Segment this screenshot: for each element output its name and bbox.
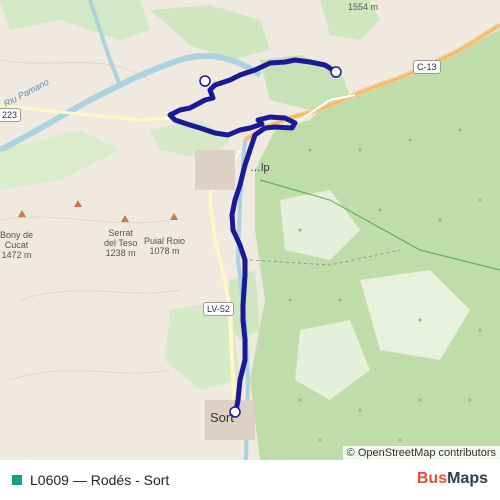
route-name: Rodés - Sort xyxy=(90,472,170,488)
town-label-sort: Sort xyxy=(210,410,234,425)
peak-label-bony: Bony de Cucat 1472 m xyxy=(0,230,34,260)
route-stop-rodes[interactable] xyxy=(199,75,211,87)
attribution-text[interactable]: © OpenStreetMap contributors xyxy=(347,447,496,459)
route-separator: — xyxy=(68,472,91,488)
peak-label-serrat: Serrat del Teso 1238 m xyxy=(104,228,138,258)
road-shield-c13: C-13 xyxy=(413,60,441,74)
route-footer: L0609 — Rodés - Sort BusMaps xyxy=(0,460,500,500)
map-attribution[interactable]: © OpenStreetMap contributors xyxy=(342,446,500,460)
map-widget: 1554 m Bony de Cucat 1472 m Serrat del T… xyxy=(0,0,500,500)
place-label-mid: …lp xyxy=(250,162,270,174)
busmaps-logo[interactable]: BusMaps xyxy=(417,470,488,488)
road-shield-lv52: LV-52 xyxy=(203,302,234,316)
peak-label-puial: Puial Roio 1078 m xyxy=(144,236,186,256)
route-code: L0609 xyxy=(30,472,69,488)
brand-part-2: Maps xyxy=(447,470,488,487)
road-shield-223: 223 xyxy=(0,108,22,122)
peak-label-top: 1554 m xyxy=(348,2,379,12)
route-color-swatch xyxy=(12,475,22,485)
route-title: L0609 — Rodés - Sort xyxy=(30,472,169,488)
route-line[interactable] xyxy=(167,57,339,414)
map-canvas[interactable]: 1554 m Bony de Cucat 1472 m Serrat del T… xyxy=(0,0,500,460)
route-stop-start[interactable] xyxy=(330,66,342,78)
brand-part-1: Bus xyxy=(416,470,448,487)
